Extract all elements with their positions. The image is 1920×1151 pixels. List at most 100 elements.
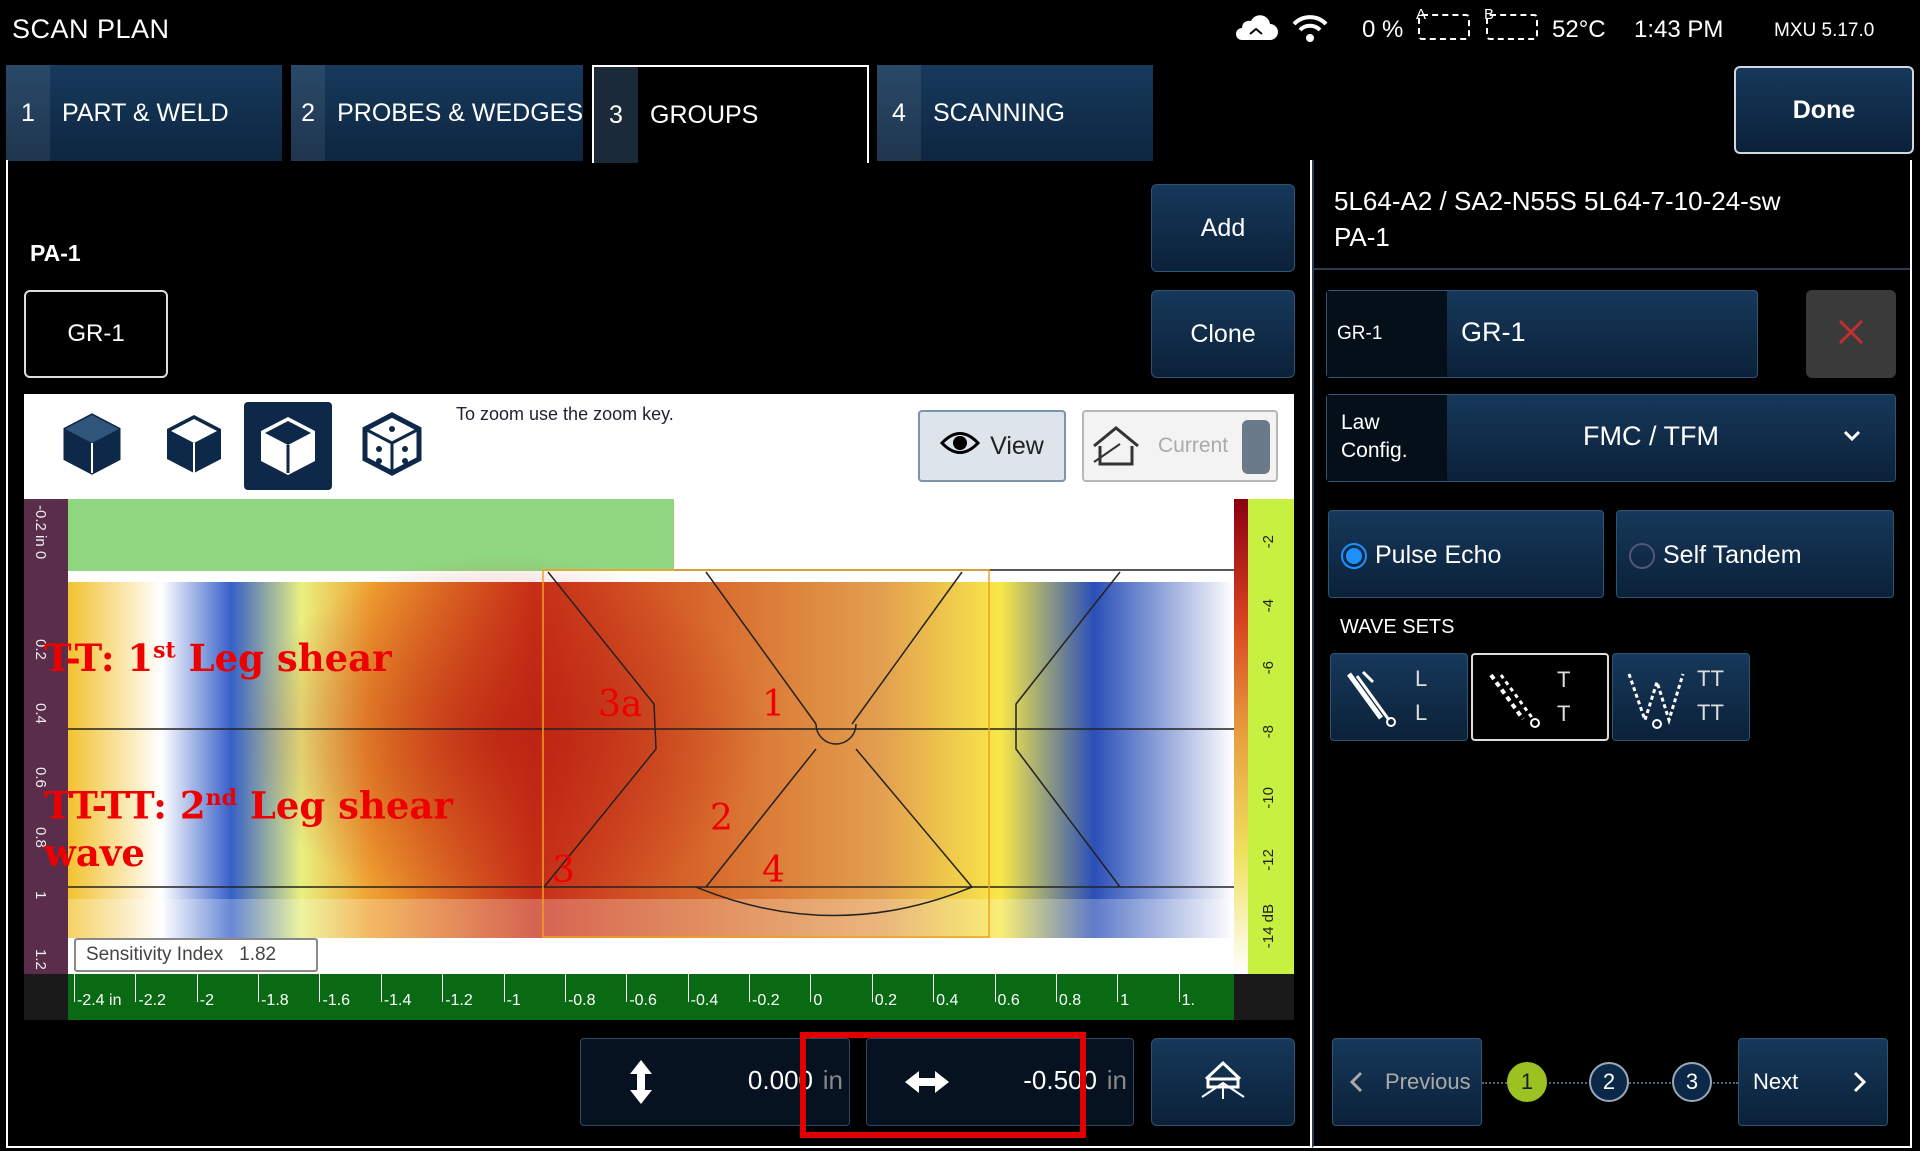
sensitivity-label: Sensitivity Index (86, 944, 224, 965)
index-tick-label: -0.2 (752, 992, 780, 1009)
db-tick: -14 dB (1260, 904, 1277, 949)
transverse-wave-icon (1483, 669, 1549, 736)
tab-number: 4 (877, 65, 921, 161)
view-label: View (990, 431, 1044, 460)
probe-wedge-title: 5L64-A2 / SA2-N55S 5L64-7-10-24-sw (1334, 186, 1781, 216)
view-button[interactable]: View (918, 410, 1066, 482)
wifi-icon (1290, 12, 1330, 49)
pulse-echo-label: Pulse Echo (1375, 541, 1502, 569)
zone-label: 4 (762, 850, 785, 891)
delete-group-button[interactable] (1806, 290, 1896, 378)
annotation-text: Leg shear (236, 783, 453, 828)
index-tick-mark (380, 974, 382, 1002)
panel-separator (1314, 268, 1910, 270)
tab-probes-wedges[interactable]: 2 PROBES & WEDGES (291, 65, 583, 161)
storage-level: 0 % (1362, 16, 1404, 43)
index-tick-mark (994, 974, 996, 1002)
tab-label: SCANNING (933, 98, 1065, 127)
probe-position-icon (1198, 1057, 1248, 1108)
page-indicator-2[interactable]: 2 (1589, 1062, 1629, 1102)
index-tick-mark (74, 974, 75, 1002)
index-tick-mark (687, 974, 689, 1002)
probe-name: PA-1 (30, 240, 81, 266)
index-tick-label: 1. (1181, 992, 1195, 1009)
index-tick-mark (1055, 974, 1057, 1002)
current-toggle[interactable]: Current (1082, 410, 1278, 482)
group-item-gr1[interactable]: GR-1 (24, 290, 168, 378)
db-scale-labels: -2 -4 -6 -8 -10 -12 -14 dB (1248, 499, 1294, 974)
probe-position-button[interactable] (1151, 1038, 1295, 1126)
db-tick: -6 (1260, 661, 1277, 675)
index-tick-mark (933, 974, 935, 1002)
db-tick: -10 (1260, 787, 1277, 809)
index-tick-label: -0.4 (690, 992, 719, 1009)
annotation-text: wave (44, 831, 145, 876)
tab-number: 3 (594, 67, 638, 163)
tab-number: 2 (291, 65, 326, 161)
probe-subtitle: PA-1 (1334, 222, 1390, 252)
zone-label: 2 (710, 798, 733, 839)
index-tick-mark (319, 974, 321, 1002)
previous-button[interactable]: Previous (1332, 1038, 1482, 1126)
tfm-heatmap (24, 499, 1294, 1020)
index-tick-mark (442, 974, 444, 1002)
longitudinal-wave-icon (1341, 668, 1407, 735)
wave-set-tttt[interactable]: TT TT (1612, 653, 1750, 741)
done-button[interactable]: Done (1734, 66, 1914, 154)
battery-b-icon (1486, 14, 1538, 40)
index-tick-mark (1178, 974, 1180, 1002)
index-tick-label: -1 (506, 992, 521, 1009)
index-tick-label: 0.4 (936, 992, 959, 1009)
add-button[interactable]: Add (1151, 184, 1295, 272)
zone-label: 1 (762, 684, 785, 725)
sensitivity-value: 1.82 (239, 944, 277, 965)
radio-selected-icon (1341, 543, 1367, 569)
index-tick-mark (503, 974, 505, 1002)
page-indicator-3[interactable]: 3 (1672, 1062, 1712, 1102)
index-tick-label: 0.8 (1058, 992, 1082, 1009)
group-name-field[interactable]: GR-1 GR-1 (1326, 290, 1758, 378)
cloud-icon (1232, 14, 1280, 49)
wave-set-ll[interactable]: L L (1330, 653, 1468, 741)
index-tick-mark (626, 974, 628, 1002)
index-tick-label: -2.4 in (77, 992, 122, 1009)
close-icon (1837, 318, 1865, 351)
tab-groups[interactable]: 3 GROUPS (592, 65, 869, 163)
current-label: Current (1158, 434, 1229, 457)
clone-button[interactable]: Clone (1151, 290, 1295, 378)
self-tandem-option[interactable]: Self Tandem (1616, 510, 1894, 598)
depth-tick: 0.4 (32, 703, 49, 724)
index-tick-label: -1.6 (322, 992, 351, 1009)
chevron-down-icon (1843, 429, 1861, 447)
wave-set-tt[interactable]: T T (1471, 653, 1609, 741)
status-bar: 0 % A B 52°C 1:43 PM MXU 5.17.0 (1220, 0, 1920, 60)
scan-viewer[interactable]: To zoom use the zoom key. -0.2 in 0 0.2 … (24, 394, 1294, 1020)
vertical-arrows-icon (581, 1039, 701, 1125)
db-tick: -12 (1260, 849, 1277, 871)
tab-part-weld[interactable]: 1 PART & WELD (6, 65, 282, 161)
index-axis: -2.4 in -2.2 -2 -1.8 -1.6 -1.4 -1.2 -1 -0.8 -0.6 -… (68, 974, 1234, 1020)
law-config-select[interactable]: Law Config. FMC / TFM (1326, 394, 1896, 482)
home-icon (1090, 424, 1142, 473)
index-tick-label: -1.2 (445, 992, 473, 1009)
wave-set-line: T (1557, 667, 1571, 692)
pulse-echo-option[interactable]: Pulse Echo (1328, 510, 1604, 598)
wave-sets-title: WAVE SETS (1340, 616, 1455, 638)
index-tick-label: -2 (199, 992, 214, 1009)
index-tick-mark (871, 974, 873, 1002)
index-tick-label: -0.6 (629, 992, 657, 1009)
wave-set-line: TT (1697, 666, 1724, 691)
next-button[interactable]: Next (1738, 1038, 1888, 1126)
page-indicator-1[interactable]: 1 (1507, 1062, 1547, 1102)
law-config-label: Law Config. (1327, 395, 1447, 481)
index-tick-label: -2.2 (138, 992, 166, 1009)
law-label-line: Config. (1341, 439, 1408, 462)
tab-scanning[interactable]: 4 SCANNING (877, 65, 1153, 161)
index-tick-mark (1117, 974, 1119, 1002)
version: MXU 5.17.0 (1774, 20, 1875, 41)
depth-tick: 1 (32, 891, 49, 900)
group-name-value: GR-1 (1461, 317, 1526, 347)
group-name-label: GR-1 (1327, 291, 1447, 377)
index-tick-label: 0 (813, 992, 823, 1009)
highlight-box (800, 1032, 1086, 1138)
